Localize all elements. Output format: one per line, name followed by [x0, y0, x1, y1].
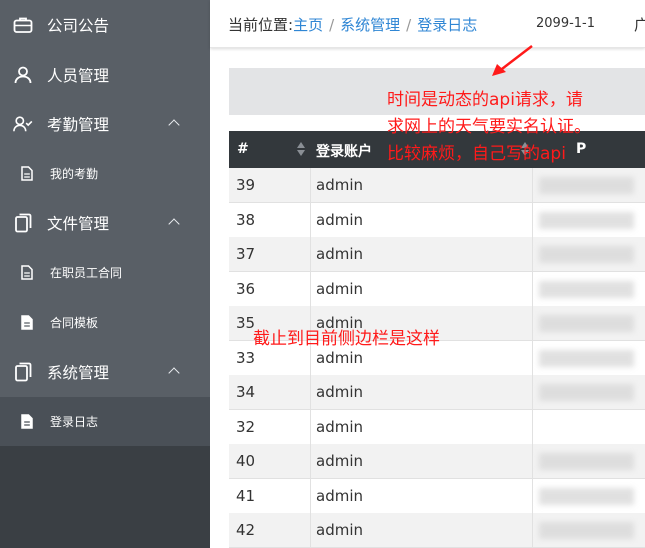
cell-id: 38 — [236, 211, 256, 229]
blurred-cell — [539, 177, 634, 194]
document-icon — [21, 413, 35, 430]
blurred-cell — [539, 488, 634, 505]
blurred-cell — [539, 212, 634, 229]
sidebar-item-label: 公司公告 — [47, 16, 110, 35]
cell-account: admin — [316, 521, 363, 539]
table-row: 32 admin — [229, 410, 645, 445]
cell-id: 41 — [236, 487, 256, 505]
sidebar-item-personnel[interactable]: 人员管理 — [0, 50, 210, 99]
cell-id: 34 — [236, 383, 256, 401]
breadcrumb-system[interactable]: 系统管理 — [340, 16, 400, 34]
cell-account: admin — [316, 383, 363, 401]
table-row: 37 admin — [229, 237, 645, 272]
cell-account: admin — [316, 211, 363, 229]
cell-account: admin — [316, 452, 363, 470]
sidebar-item-employee-contracts[interactable]: 在职员工合同 — [0, 248, 210, 297]
blurred-cell — [539, 453, 634, 470]
table-row: 42 admin — [229, 513, 645, 548]
annotation-weather-line3: 比较麻烦，自己写的api — [387, 144, 566, 164]
sidebar-menu: 公司公告 人员管理 考勤管理 我的考勤 文件管理 在职员工合同 合同模板 系统管… — [0, 0, 210, 446]
table-row: 36 admin — [229, 272, 645, 307]
sidebar-item-label: 登录日志 — [50, 415, 99, 429]
copy-icon — [13, 213, 33, 233]
annotation-sidebar-note: 截止到目前侧边栏是这样 — [253, 329, 440, 349]
briefcase-icon — [13, 15, 33, 35]
sidebar-item-label: 文件管理 — [47, 214, 110, 233]
sort-icon[interactable] — [297, 142, 305, 158]
breadcrumb-prefix: 当前位置: — [228, 16, 294, 34]
cell-id: 40 — [236, 452, 256, 470]
document-icon — [21, 264, 35, 281]
sidebar-item-login-log[interactable]: 登录日志 — [0, 397, 210, 446]
sidebar-item-label: 系统管理 — [47, 363, 110, 382]
column-header-account[interactable]: 登录账户 — [316, 141, 372, 161]
cell-account: admin — [316, 418, 363, 436]
sidebar-item-label: 在职员工合同 — [50, 266, 123, 280]
table-row: 34 admin — [229, 375, 645, 410]
cell-id: 42 — [236, 521, 256, 539]
chevron-up-icon — [168, 218, 180, 230]
sidebar: 公司公告 人员管理 考勤管理 我的考勤 文件管理 在职员工合同 合同模板 系统管… — [0, 0, 210, 548]
sidebar-item-label: 我的考勤 — [50, 167, 99, 181]
chevron-up-icon — [168, 119, 180, 131]
annotation-weather-line1: 时间是动态的api请求，请 — [387, 90, 583, 110]
sidebar-item-label: 考勤管理 — [47, 115, 110, 134]
sidebar-item-label: 人员管理 — [47, 66, 110, 85]
document-icon — [21, 165, 35, 182]
breadcrumb-login-log[interactable]: 登录日志 — [417, 16, 477, 34]
document-icon — [21, 314, 35, 331]
breadcrumb-separator: / — [329, 16, 335, 34]
blurred-cell — [539, 315, 634, 332]
blurred-cell — [539, 350, 634, 367]
table-row: 40 admin — [229, 444, 645, 479]
annotation-weather-line2: 求网上的天气要实名认证。 — [387, 117, 591, 137]
cell-id: 37 — [236, 245, 256, 263]
blurred-cell — [539, 281, 634, 298]
user-check-icon — [13, 114, 33, 134]
chevron-up-icon — [168, 367, 180, 379]
cell-id: 36 — [236, 280, 256, 298]
breadcrumb-home[interactable]: 主页 — [293, 16, 323, 34]
cell-account: admin — [316, 245, 363, 263]
sidebar-item-contract-templates[interactable]: 合同模板 — [0, 298, 210, 347]
breadcrumb: 当前位置:主页 / 系统管理 / 登录日志 — [228, 14, 477, 35]
cell-id: 32 — [236, 418, 256, 436]
user-icon — [13, 65, 33, 85]
cell-account: admin — [316, 487, 363, 505]
sidebar-item-announcements[interactable]: 公司公告 — [0, 0, 210, 49]
sidebar-item-attendance[interactable]: 考勤管理 — [0, 99, 210, 148]
table-row: 39 admin — [229, 168, 645, 203]
table-row: 38 admin — [229, 203, 645, 238]
annotation-arrow-icon — [492, 45, 533, 76]
column-header-id[interactable]: # — [237, 141, 249, 157]
header: 当前位置:主页 / 系统管理 / 登录日志 2099-1-1 广 — [210, 0, 645, 48]
sidebar-item-files[interactable]: 文件管理 — [0, 198, 210, 247]
cell-account: admin — [316, 280, 363, 298]
header-date: 2099-1-1 — [536, 16, 596, 31]
column-header-ip[interactable]: P — [576, 141, 586, 157]
sidebar-item-my-attendance[interactable]: 我的考勤 — [0, 149, 210, 198]
sidebar-item-label: 合同模板 — [50, 316, 99, 330]
blurred-cell — [539, 384, 634, 401]
sidebar-item-system[interactable]: 系统管理 — [0, 347, 210, 396]
breadcrumb-separator: / — [406, 16, 412, 34]
copy-icon — [13, 362, 33, 382]
blurred-cell — [539, 246, 634, 263]
table-row: 41 admin — [229, 479, 645, 514]
blurred-cell — [539, 522, 634, 539]
cell-account: admin — [316, 176, 363, 194]
header-weather-location: 广 — [634, 16, 645, 34]
cell-id: 39 — [236, 176, 256, 194]
